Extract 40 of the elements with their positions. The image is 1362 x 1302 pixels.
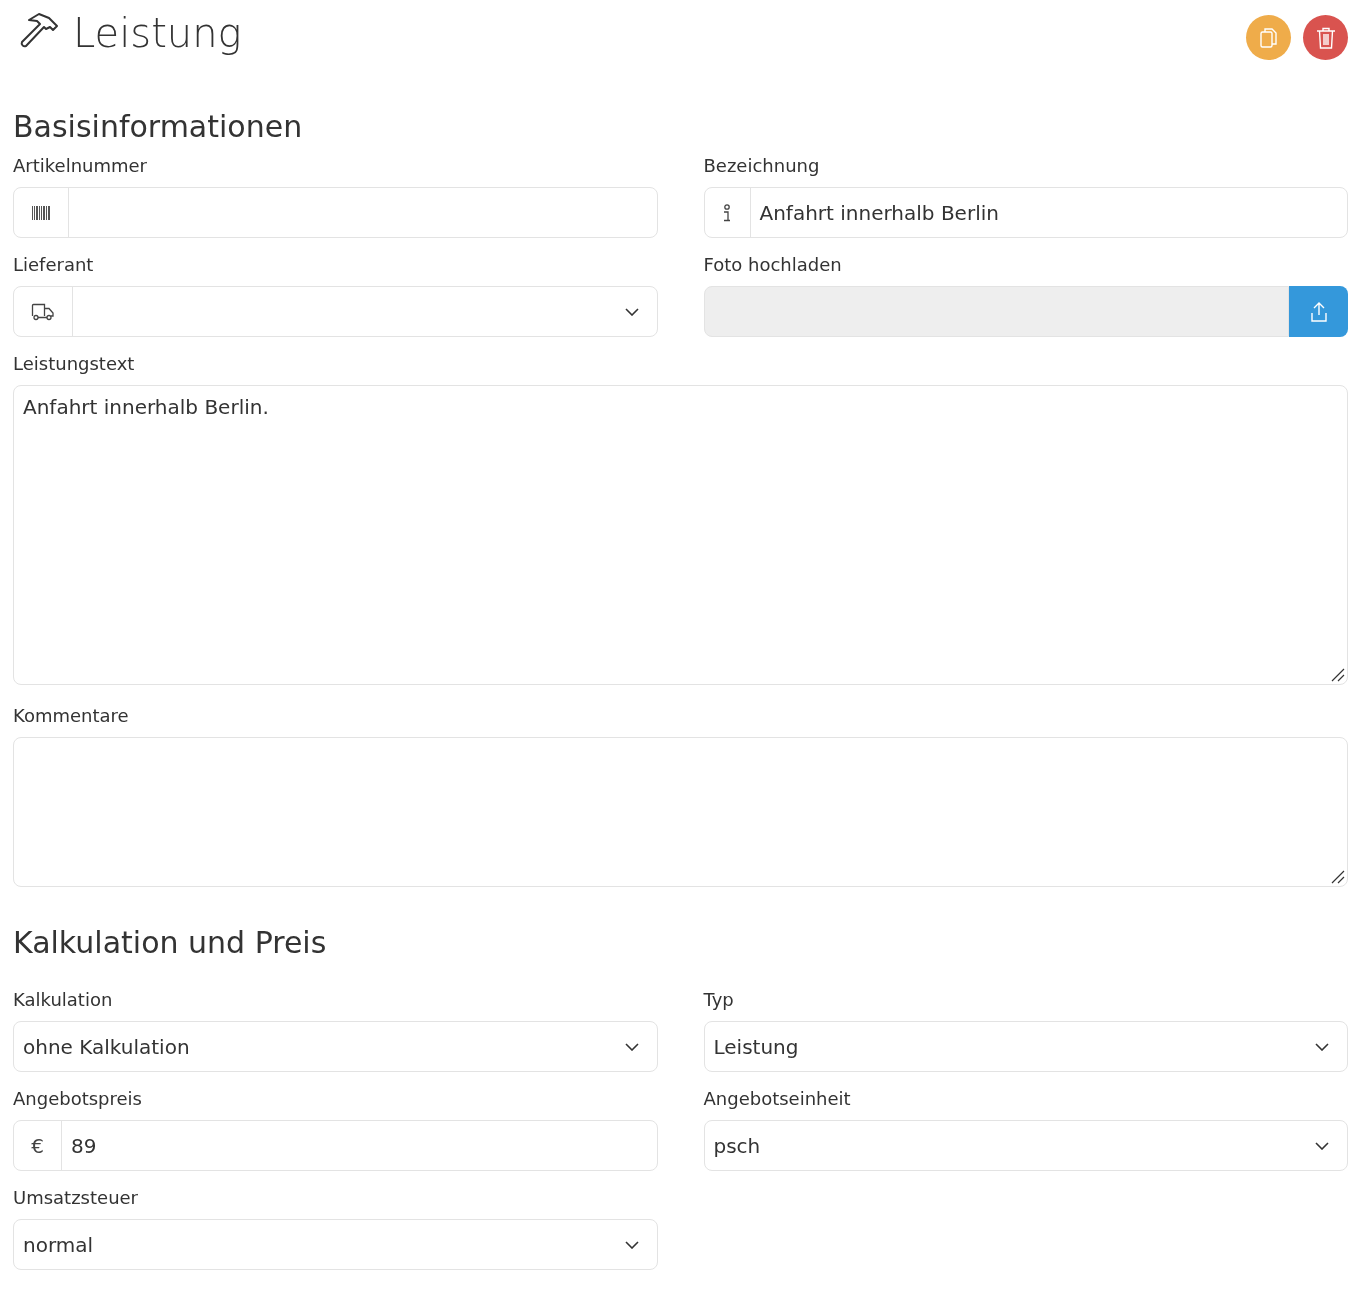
copy-icon bbox=[1258, 26, 1279, 49]
chevron-down-icon bbox=[1315, 1042, 1329, 1051]
delete-button[interactable] bbox=[1303, 15, 1348, 60]
field-label: Umsatzsteuer bbox=[13, 1187, 139, 1209]
field-label: Foto hochladen bbox=[703, 254, 843, 276]
barcode-icon bbox=[32, 205, 50, 220]
field-label: Typ bbox=[703, 989, 735, 1011]
currency-prefix: € bbox=[14, 1121, 62, 1170]
select-field[interactable]: normal bbox=[13, 1219, 658, 1270]
field-label: Kalkulation bbox=[13, 989, 114, 1011]
select-field[interactable]: ohne Kalkulation bbox=[13, 1021, 658, 1072]
upload-button[interactable] bbox=[1289, 286, 1348, 337]
field-label: Angebotseinheit bbox=[703, 1088, 852, 1110]
field-label: Kommentare bbox=[13, 705, 130, 727]
resize-handle-icon[interactable] bbox=[1331, 668, 1345, 682]
trash-icon bbox=[1315, 26, 1336, 49]
field-label: Bezeichnung bbox=[703, 155, 821, 177]
page-title: Leistung bbox=[73, 9, 242, 58]
chevron-down-icon bbox=[624, 307, 639, 316]
resize-handle-icon[interactable] bbox=[1331, 870, 1345, 884]
info-icon bbox=[722, 203, 732, 222]
chevron-down-icon bbox=[624, 1240, 639, 1249]
file-field[interactable] bbox=[703, 286, 1289, 337]
select-field[interactable] bbox=[13, 286, 658, 337]
chevron-down-icon bbox=[624, 1042, 639, 1051]
select-field[interactable]: psch bbox=[703, 1120, 1348, 1171]
field-label: Leistungstext bbox=[13, 353, 136, 375]
copy-button[interactable] bbox=[1246, 15, 1291, 60]
field-label: Angebotspreis bbox=[13, 1088, 143, 1110]
text-field[interactable]: Anfahrt innerhalb Berlin bbox=[703, 187, 1348, 238]
text-area[interactable]: Anfahrt innerhalb Berlin. bbox=[13, 385, 1348, 685]
section-heading: Basisinformationen bbox=[13, 108, 304, 146]
chevron-down-icon bbox=[1315, 1141, 1329, 1150]
text-field[interactable]: € 89 bbox=[13, 1120, 658, 1171]
text-field[interactable] bbox=[13, 187, 658, 238]
field-label: Lieferant bbox=[13, 254, 95, 276]
truck-icon bbox=[31, 302, 55, 321]
section-heading: Kalkulation und Preis bbox=[13, 924, 328, 962]
field-label: Artikelnummer bbox=[13, 155, 148, 177]
select-field[interactable]: Leistung bbox=[703, 1021, 1348, 1072]
